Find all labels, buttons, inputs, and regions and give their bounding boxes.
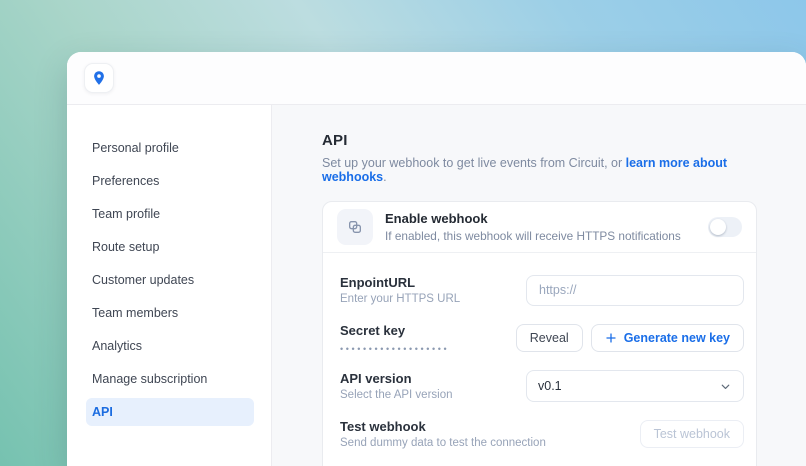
enable-webhook-title: Enable webhook xyxy=(385,211,488,226)
window-body: Personal profile Preferences Team profil… xyxy=(67,105,806,466)
page-subtitle: Set up your webhook to get live events f… xyxy=(322,156,757,184)
reveal-button-label: Reveal xyxy=(529,331,569,345)
sidebar-item-team-members[interactable]: Team members xyxy=(86,299,254,327)
generate-new-key-button[interactable]: Generate new key xyxy=(590,324,744,352)
sidebar-item-team-profile[interactable]: Team profile xyxy=(86,200,254,228)
endpoint-url-input[interactable] xyxy=(526,274,744,306)
webhook-icon-chip xyxy=(337,209,373,245)
api-version-selected-value: v0.1 xyxy=(538,379,562,393)
top-bar xyxy=(67,52,806,105)
test-webhook-button[interactable]: Test webhook xyxy=(639,420,744,448)
chevron-down-icon xyxy=(719,380,732,393)
secret-key-texts: Secret key ••••••••••••••••••• xyxy=(340,323,449,354)
sidebar-item-label: API xyxy=(92,405,113,419)
secret-key-label: Secret key xyxy=(340,322,406,338)
api-version-hint: Select the API version xyxy=(340,389,453,401)
settings-sidebar: Personal profile Preferences Team profil… xyxy=(67,105,272,466)
enable-webhook-toggle[interactable] xyxy=(708,217,742,237)
test-webhook-label: Test webhook xyxy=(340,419,426,434)
sidebar-item-label: Customer updates xyxy=(92,273,195,287)
sidebar-item-customer-updates[interactable]: Customer updates xyxy=(86,266,254,294)
sidebar-item-analytics[interactable]: Analytics xyxy=(86,332,254,360)
test-webhook-button-label: Test webhook xyxy=(653,427,730,441)
api-version-label: API version xyxy=(340,371,412,386)
endpoint-url-label: EnpointURL xyxy=(340,275,416,290)
sidebar-item-label: Preferences xyxy=(92,174,160,188)
secret-key-row: Secret key ••••••••••••••••••• Reveal Ge… xyxy=(340,314,744,362)
sidebar-item-preferences[interactable]: Preferences xyxy=(86,167,254,195)
endpoint-url-row: EnpointURL Enter your HTTPS URL xyxy=(340,266,744,314)
page-title: API xyxy=(322,132,348,149)
reveal-button[interactable]: Reveal xyxy=(515,324,583,352)
subtitle-period: . xyxy=(383,170,387,184)
generate-new-key-label: Generate new key xyxy=(623,331,730,345)
endpoint-url-texts: EnpointURL Enter your HTTPS URL xyxy=(340,275,460,305)
enable-webhook-description: If enabled, this webhook will receive HT… xyxy=(385,229,681,243)
api-version-row: API version Select the API version v0.1 xyxy=(340,362,744,410)
sidebar-item-label: Personal profile xyxy=(92,141,179,155)
test-webhook-texts: Test webhook Send dummy data to test the… xyxy=(340,419,546,449)
endpoint-url-hint: Enter your HTTPS URL xyxy=(340,293,461,305)
plus-icon xyxy=(605,332,617,344)
webhook-form-rows: EnpointURL Enter your HTTPS URL Secret k… xyxy=(323,253,756,466)
test-webhook-hint: Send dummy data to test the connection xyxy=(340,437,546,449)
test-webhook-row: Test webhook Send dummy data to test the… xyxy=(340,410,744,458)
main-content: API Set up your webhook to get live even… xyxy=(272,105,806,466)
sidebar-item-label: Manage subscription xyxy=(92,372,208,386)
api-version-select[interactable]: v0.1 xyxy=(526,370,744,402)
api-version-texts: API version Select the API version xyxy=(340,371,453,401)
enable-webhook-row: Enable webhook If enabled, this webhook … xyxy=(323,202,756,253)
location-pin-icon xyxy=(91,70,107,86)
webhook-settings-panel: Enable webhook If enabled, this webhook … xyxy=(322,201,757,466)
app-window: Personal profile Preferences Team profil… xyxy=(67,52,806,466)
sidebar-item-label: Analytics xyxy=(92,339,143,353)
toggle-knob xyxy=(710,219,726,235)
sidebar-item-label: Route setup xyxy=(92,240,160,254)
secret-key-actions: Reveal Generate new key xyxy=(515,324,744,352)
subtitle-text: Set up your webhook to get live events f… xyxy=(322,156,626,170)
copy-icon xyxy=(347,219,363,235)
sidebar-item-label: Team profile xyxy=(92,207,161,221)
sidebar-item-api[interactable]: API xyxy=(86,398,254,426)
secret-key-masked-value: ••••••••••••••••••• xyxy=(340,343,450,354)
circuit-logo[interactable] xyxy=(84,63,114,93)
app-background: Personal profile Preferences Team profil… xyxy=(0,0,806,466)
sidebar-item-personal-profile[interactable]: Personal profile xyxy=(86,134,254,162)
sidebar-item-route-setup[interactable]: Route setup xyxy=(86,233,254,261)
sidebar-item-manage-subscription[interactable]: Manage subscription xyxy=(86,365,254,393)
enable-webhook-texts: Enable webhook If enabled, this webhook … xyxy=(385,211,681,243)
sidebar-item-label: Team members xyxy=(92,306,179,320)
